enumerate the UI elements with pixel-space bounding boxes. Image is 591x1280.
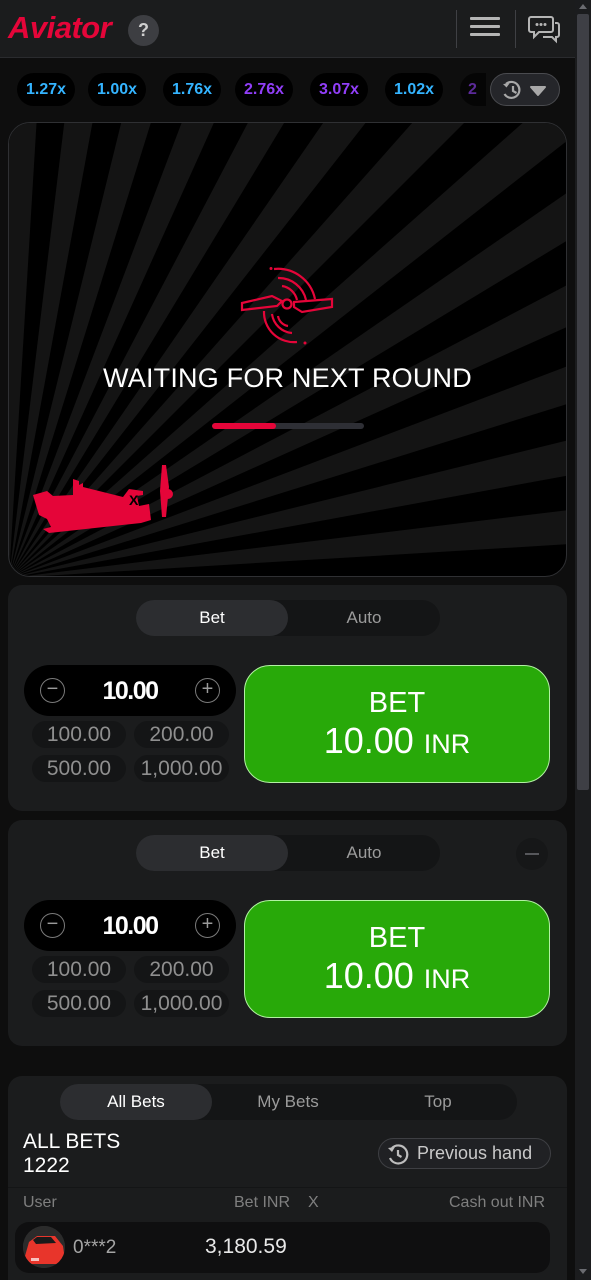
all-bets-count: 1222 xyxy=(23,1154,70,1177)
scroll-down-arrow-icon[interactable] xyxy=(579,1269,587,1274)
increase-amount-button[interactable]: + xyxy=(195,678,220,703)
top-bar: Aviator ? xyxy=(0,0,575,58)
avatar xyxy=(23,1226,65,1268)
increase-amount-button[interactable]: + xyxy=(195,913,220,938)
bet-amount-stepper: − 10.00 + xyxy=(24,900,236,951)
bet-panel-2: Bet Auto − 10.00 + 100.00 200.00 500.00 … xyxy=(8,820,567,1046)
round-countdown-progress xyxy=(212,423,364,429)
bet-button-label: BET xyxy=(368,922,426,954)
place-bet-button[interactable]: BET 10.00 INR xyxy=(244,900,550,1018)
hamburger-line xyxy=(470,33,500,36)
multiplier-badge[interactable]: 3.07x xyxy=(310,73,369,106)
previous-hand-button[interactable]: Previous hand xyxy=(378,1138,551,1169)
all-bets-heading: ALL BETS 1222 xyxy=(23,1130,120,1178)
column-header-bet: Bet INR xyxy=(234,1194,291,1211)
bet-user: 0***2 xyxy=(73,1237,117,1258)
propeller-icon xyxy=(240,267,334,345)
tab-top[interactable]: Top xyxy=(362,1084,514,1120)
divider xyxy=(456,10,457,48)
tab-my-bets[interactable]: My Bets xyxy=(212,1084,364,1120)
bet-mode-tabs: Bet Auto xyxy=(136,835,440,871)
menu-button[interactable] xyxy=(470,17,500,41)
previous-hand-label: Previous hand xyxy=(417,1143,533,1163)
quick-amount-button[interactable]: 500.00 xyxy=(32,755,126,782)
multiplier-badge[interactable]: 2 xyxy=(460,73,486,106)
bet-mode-tabs: Bet Auto xyxy=(136,600,440,636)
multiplier-badge[interactable]: 1.00x xyxy=(88,73,147,106)
quick-amount-button[interactable]: 200.00 xyxy=(134,956,229,983)
history-toggle-button[interactable] xyxy=(490,73,560,106)
decrease-amount-button[interactable]: − xyxy=(40,913,65,938)
help-button[interactable]: ? xyxy=(128,15,159,46)
divider xyxy=(515,10,516,48)
tab-auto[interactable]: Auto xyxy=(288,835,440,871)
multiplier-history: 1.27x 1.00x 1.76x 2.76x 3.07x 1.02x 2 xyxy=(0,59,575,119)
car-avatar-icon xyxy=(23,1226,65,1268)
bet-amount: 3,180.59 xyxy=(205,1235,287,1258)
tab-all-bets[interactable]: All Bets xyxy=(60,1084,212,1120)
bet-button-amount: 10.00 xyxy=(323,720,414,761)
bet-amount-input[interactable]: 10.00 xyxy=(74,912,186,941)
column-header-cashout: Cash out INR xyxy=(449,1194,546,1211)
place-bet-button[interactable]: BET 10.00 INR xyxy=(244,665,550,783)
scrollbar-thumb[interactable] xyxy=(577,14,589,790)
multiplier-badge[interactable]: 1.27x xyxy=(17,73,76,106)
chat-button[interactable] xyxy=(528,14,562,44)
chevron-down-icon xyxy=(530,86,546,96)
scroll-up-arrow-icon[interactable] xyxy=(579,4,587,9)
chat-icon xyxy=(528,16,560,44)
bet-amount-input[interactable]: 10.00 xyxy=(74,677,186,706)
aviator-logo[interactable]: Aviator xyxy=(8,10,112,46)
quick-amount-button[interactable]: 500.00 xyxy=(32,990,126,1017)
column-header-multiplier: X xyxy=(308,1194,319,1211)
quick-amount-button[interactable]: 200.00 xyxy=(134,721,229,748)
waiting-status-text: WAITING FOR NEXT ROUND xyxy=(103,363,472,393)
quick-amount-button[interactable]: 100.00 xyxy=(32,956,126,983)
page-scrollbar[interactable] xyxy=(575,0,591,1280)
tab-auto[interactable]: Auto xyxy=(288,600,440,636)
game-canvas: WAITING FOR NEXT ROUND X xyxy=(8,122,567,577)
airplane-icon: X xyxy=(33,465,173,533)
svg-text:X: X xyxy=(129,492,139,508)
bet-panel-1: Bet Auto − 10.00 + 100.00 200.00 500.00 … xyxy=(8,585,567,811)
bets-tabs: All Bets My Bets Top xyxy=(60,1084,517,1120)
multiplier-badge[interactable]: 1.76x xyxy=(163,73,222,106)
all-bets-title: ALL BETS xyxy=(23,1130,121,1153)
remove-bet-panel-button[interactable] xyxy=(516,838,548,870)
tab-bet[interactable]: Bet xyxy=(136,600,288,636)
quick-amount-button[interactable]: 100.00 xyxy=(32,721,126,748)
divider xyxy=(8,1187,567,1188)
bet-button-currency: INR xyxy=(423,729,471,759)
quick-amount-button[interactable]: 1,000.00 xyxy=(134,755,229,782)
multiplier-badge[interactable]: 2.76x xyxy=(235,73,294,106)
bet-amount-stepper: − 10.00 + xyxy=(24,665,236,716)
progress-fill xyxy=(212,423,276,429)
hamburger-line xyxy=(470,25,500,28)
table-row: 0***2 3,180.59 xyxy=(15,1222,550,1273)
bets-list-panel: All Bets My Bets Top ALL BETS 1222 Previ… xyxy=(8,1076,567,1280)
bet-button-currency: INR xyxy=(423,964,471,994)
history-icon xyxy=(388,1144,409,1165)
history-icon xyxy=(503,80,546,99)
multiplier-badge[interactable]: 1.02x xyxy=(385,73,444,106)
decrease-amount-button[interactable]: − xyxy=(40,678,65,703)
quick-amount-button[interactable]: 1,000.00 xyxy=(134,990,229,1017)
hamburger-icon xyxy=(470,17,500,20)
bet-button-amount: 10.00 xyxy=(323,955,414,996)
tab-bet[interactable]: Bet xyxy=(136,835,288,871)
bet-button-label: BET xyxy=(368,687,426,719)
column-header-user: User xyxy=(23,1194,57,1211)
